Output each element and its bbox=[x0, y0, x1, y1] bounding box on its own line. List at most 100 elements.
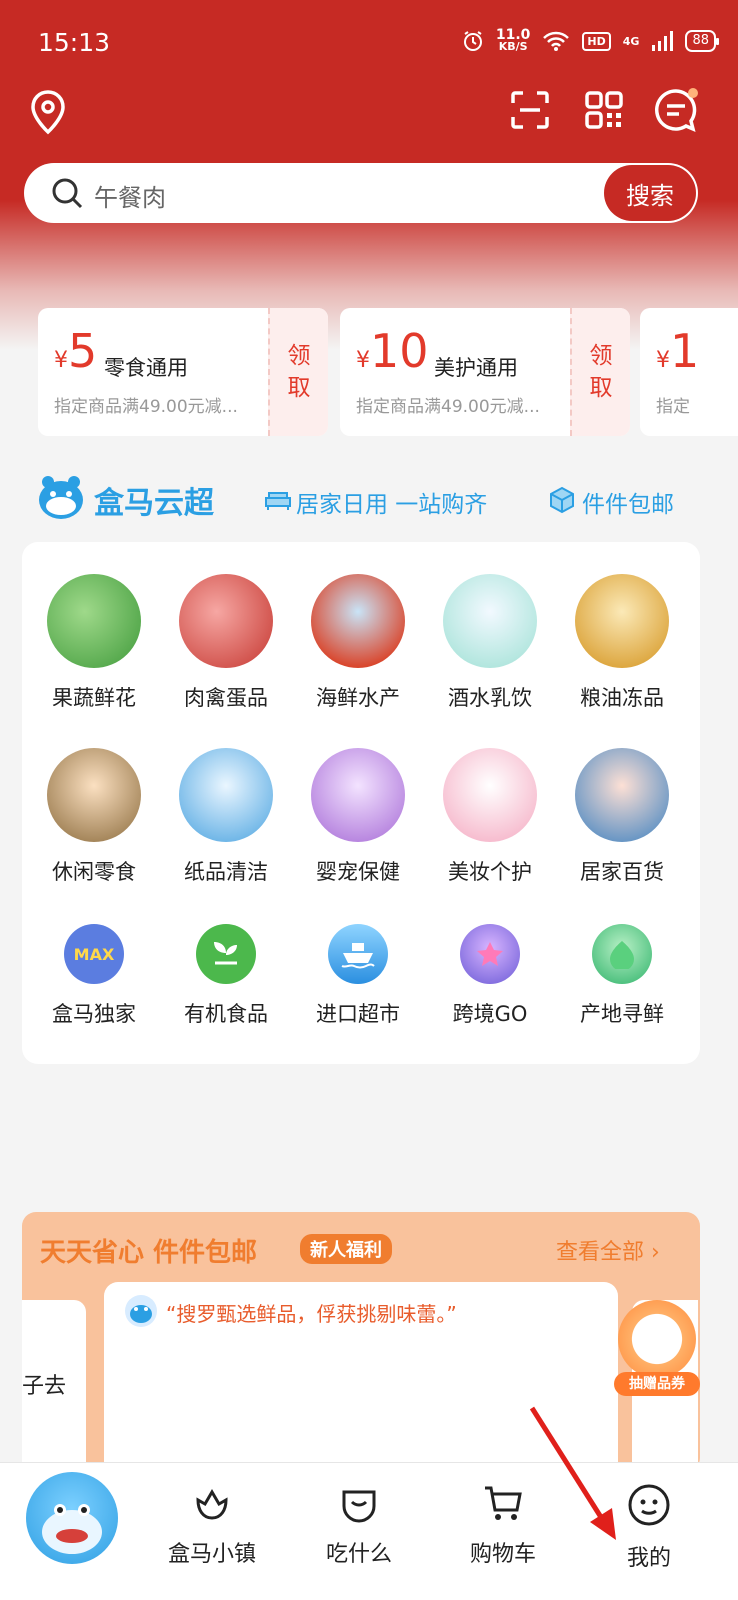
promo-card-left-text: 子去 bbox=[22, 1374, 67, 1399]
category-label: 果蔬鲜花 bbox=[52, 686, 136, 710]
hippo-logo-icon bbox=[39, 476, 83, 519]
category-item[interactable]: 纸品清洁 bbox=[166, 748, 286, 886]
bowl-icon bbox=[342, 1490, 376, 1523]
category-item[interactable]: 海鲜水产 bbox=[298, 574, 418, 712]
hema-max-icon: MAX bbox=[64, 924, 124, 984]
lottery-coupon-badge[interactable]: 抽赠品券 bbox=[614, 1300, 700, 1398]
grain-oil-icon bbox=[575, 574, 669, 668]
promo-card-left[interactable]: 子去 bbox=[22, 1300, 86, 1480]
category-label: 纸品清洁 bbox=[184, 860, 268, 884]
category-item[interactable]: 果蔬鲜花 bbox=[34, 574, 154, 712]
category-item[interactable]: 居家百货 bbox=[562, 748, 682, 886]
alarm-icon bbox=[463, 31, 482, 51]
category-label: 休闲零食 bbox=[52, 860, 136, 884]
promo-quote: “搜罗甄选鲜品，俘获挑剔味蕾。” bbox=[166, 1302, 457, 1326]
tab-label: 盒马小镇 bbox=[168, 1542, 257, 1567]
baby-pet-icon bbox=[311, 748, 405, 842]
category-label: 产地寻鲜 bbox=[580, 1002, 664, 1026]
category-item[interactable]: 进口超市 bbox=[298, 924, 418, 1028]
wifi-icon bbox=[543, 31, 570, 51]
category-label: 盒马独家 bbox=[52, 1002, 136, 1026]
category-label: 海鲜水产 bbox=[316, 686, 400, 710]
coupon-card[interactable]: ¥1 指定 bbox=[640, 308, 738, 436]
message-icon[interactable] bbox=[652, 86, 700, 134]
battery-indicator: 88 bbox=[685, 30, 719, 52]
view-all-link[interactable]: 查看全部 › bbox=[556, 1234, 660, 1266]
coupon-desc: 指定商品满49.00元减... bbox=[54, 397, 238, 417]
search-icon bbox=[52, 178, 83, 209]
category-label: 肉禽蛋品 bbox=[184, 686, 268, 710]
beauty-icon bbox=[443, 748, 537, 842]
category-item[interactable]: 酒水乳饮 bbox=[430, 574, 550, 712]
promo-title: 天天省心 件件包邮 bbox=[40, 1238, 258, 1268]
coupon-desc: 指定商品满49.00元减... bbox=[356, 397, 540, 417]
tab-mine[interactable]: 我的 bbox=[626, 1482, 672, 1572]
snacks-icon bbox=[47, 748, 141, 842]
coupon-desc: 指定 bbox=[656, 397, 690, 417]
household-icon bbox=[575, 748, 669, 842]
category-item[interactable]: 有机食品 bbox=[166, 924, 286, 1028]
category-label: 有机食品 bbox=[184, 1002, 268, 1026]
annotation-arrow bbox=[529, 1406, 616, 1540]
package-icon bbox=[550, 486, 574, 514]
category-item[interactable]: 肉禽蛋品 bbox=[166, 574, 286, 712]
lottery-coupon-label: 抽赠品券 bbox=[614, 1372, 700, 1396]
category-label: 酒水乳饮 bbox=[448, 686, 532, 710]
coupon-amount: ¥10 bbox=[356, 324, 429, 378]
coupon-card[interactable]: ¥5 零食通用 指定商品满49.00元减... 领取 bbox=[38, 308, 328, 436]
category-label: 粮油冻品 bbox=[580, 686, 664, 710]
search-button[interactable]: 搜索 bbox=[604, 165, 696, 221]
seafood-icon bbox=[311, 574, 405, 668]
category-item[interactable]: 粮油冻品 bbox=[562, 574, 682, 712]
smiley-profile-icon bbox=[628, 1484, 670, 1526]
location-icon[interactable] bbox=[26, 88, 70, 136]
coupon-amount: ¥1 bbox=[656, 324, 700, 378]
category-panel: 果蔬鲜花 肉禽蛋品 海鲜水产 酒水乳饮 粮油冻品 休闲零食 纸品清洁 婴宠保健 … bbox=[22, 542, 700, 1064]
vegetables-icon bbox=[47, 574, 141, 668]
hippo-mascot-icon bbox=[42, 1504, 102, 1554]
category-label: 婴宠保健 bbox=[316, 860, 400, 884]
tab-label: 我的 bbox=[626, 1546, 671, 1571]
category-label: 居家百货 bbox=[580, 860, 664, 884]
drinks-icon bbox=[443, 574, 537, 668]
coupon-claim-button[interactable]: 领取 bbox=[570, 308, 630, 436]
category-item[interactable]: 跨境GO bbox=[430, 924, 550, 1028]
category-label: 跨境GO bbox=[452, 1002, 528, 1026]
sofa-icon bbox=[265, 492, 291, 510]
network-speed: 11.0 KB/S bbox=[495, 27, 531, 53]
cross-border-icon bbox=[460, 924, 520, 984]
scan-icon[interactable] bbox=[508, 88, 552, 132]
coupon-title: 美护通用 bbox=[434, 356, 518, 380]
category-item[interactable]: 休闲零食 bbox=[34, 748, 154, 886]
tab-what-to-eat[interactable]: 吃什么 bbox=[326, 1482, 392, 1568]
qr-code-icon[interactable] bbox=[582, 88, 626, 132]
meat-icon bbox=[179, 574, 273, 668]
search-input[interactable]: 午餐肉 bbox=[94, 178, 166, 213]
signal-icon bbox=[652, 31, 674, 51]
hippo-avatar-icon bbox=[125, 1295, 157, 1327]
coupon-title: 零食通用 bbox=[104, 356, 188, 380]
brand-slogan: 居家日用 一站购齐 bbox=[296, 492, 488, 518]
tulip-icon bbox=[196, 1489, 228, 1520]
status-icons: 11.0 KB/S HD 4G 88 bbox=[462, 27, 719, 53]
category-item[interactable]: MAX 盒马独家 bbox=[34, 924, 154, 1028]
coupon-card[interactable]: ¥10 美护通用 指定商品满49.00元减... 领取 bbox=[340, 308, 630, 436]
coupon-amount: ¥5 bbox=[54, 324, 98, 378]
category-item[interactable]: 婴宠保健 bbox=[298, 748, 418, 886]
origin-fresh-icon bbox=[592, 924, 652, 984]
status-time: 15:13 bbox=[38, 28, 111, 57]
brand-free-shipping: 件件包邮 bbox=[582, 492, 674, 518]
network-type: 4G bbox=[622, 34, 640, 48]
new-user-badge: 新人福利 bbox=[300, 1234, 392, 1264]
tab-hema-town[interactable]: 盒马小镇 bbox=[168, 1482, 256, 1568]
hd-badge: HD bbox=[582, 31, 611, 51]
gift-product-icon bbox=[618, 1300, 696, 1378]
home-hippo-avatar[interactable] bbox=[26, 1472, 118, 1564]
import-ship-icon bbox=[328, 924, 388, 984]
tab-label: 吃什么 bbox=[326, 1542, 393, 1567]
organic-leaf-icon bbox=[196, 924, 256, 984]
chevron-right-icon: › bbox=[651, 1240, 660, 1265]
coupon-claim-button[interactable]: 领取 bbox=[268, 308, 328, 436]
category-item[interactable]: 美妆个护 bbox=[430, 748, 550, 886]
category-item[interactable]: 产地寻鲜 bbox=[562, 924, 682, 1028]
